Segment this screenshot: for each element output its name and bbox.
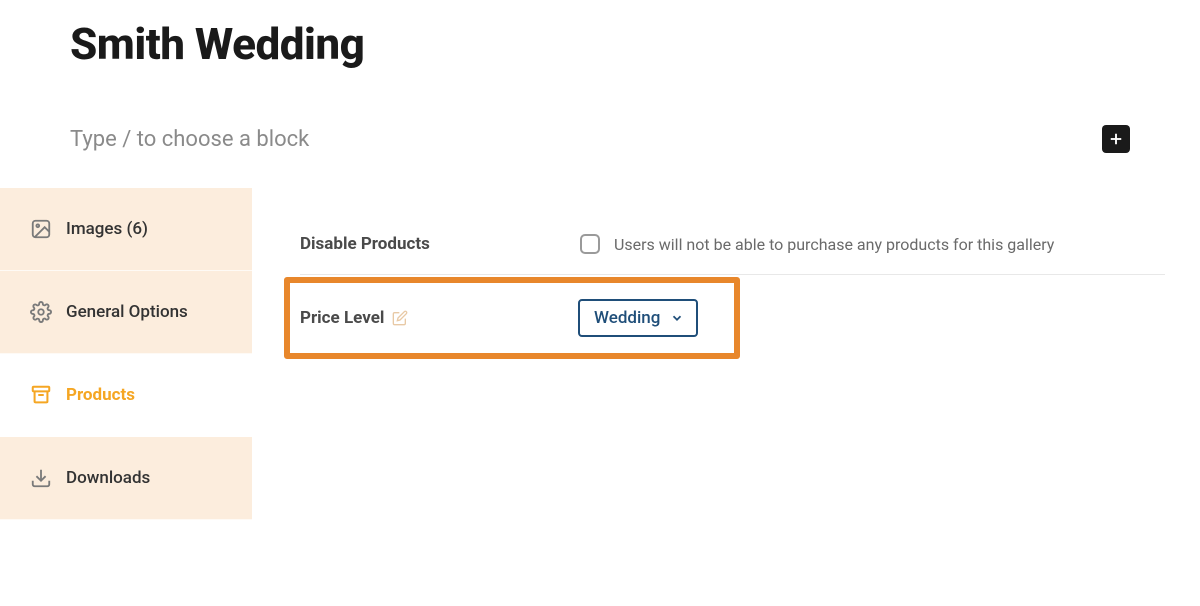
download-icon [30, 467, 52, 489]
price-level-label: Price Level [300, 308, 384, 328]
sidebar-item-label: Downloads [66, 468, 150, 488]
sidebar-item-downloads[interactable]: Downloads [0, 437, 252, 520]
disable-products-checkbox[interactable] [580, 234, 600, 254]
content-area: Disable Products Users will not be able … [252, 188, 1200, 520]
sidebar-item-images[interactable]: Images (6) [0, 188, 252, 271]
image-icon [30, 218, 52, 240]
price-level-select[interactable]: Wedding [578, 299, 698, 337]
chevron-down-icon [670, 311, 684, 325]
disable-products-label: Disable Products [300, 234, 580, 254]
setting-disable-products: Disable Products Users will not be able … [300, 218, 1165, 275]
price-level-selected: Wedding [594, 308, 660, 328]
sidebar-item-general-options[interactable]: General Options [0, 271, 252, 354]
sidebar-item-label: Products [66, 385, 135, 405]
gear-icon [30, 301, 52, 323]
sidebar: Images (6) General Options Products [0, 188, 252, 520]
page-title[interactable]: Smith Wedding [70, 0, 1130, 70]
archive-icon [30, 384, 52, 406]
disable-products-helper: Users will not be able to purchase any p… [614, 235, 1054, 254]
sidebar-item-label: General Options [66, 302, 188, 322]
add-block-button[interactable] [1102, 125, 1130, 153]
setting-price-level: Price Level Wedding [284, 277, 740, 359]
plus-icon [1107, 130, 1125, 148]
sidebar-item-label: Images (6) [66, 219, 148, 239]
edit-icon[interactable] [392, 310, 408, 326]
block-placeholder[interactable]: Type / to choose a block [70, 127, 309, 152]
sidebar-item-products[interactable]: Products [0, 354, 252, 437]
